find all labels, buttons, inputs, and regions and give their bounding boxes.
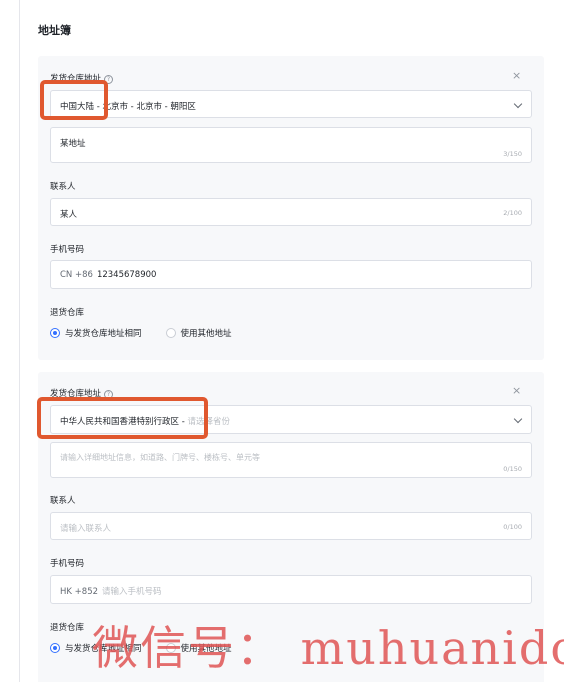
- phone-placeholder: 请输入手机号码: [102, 587, 162, 597]
- contact-label: 联系人: [50, 496, 76, 506]
- close-icon[interactable]: ×: [512, 385, 521, 396]
- contact-input[interactable]: 请输入联系人 0/100: [50, 512, 532, 540]
- address-char-counter: 3/150: [503, 150, 522, 158]
- chevron-down-icon: [513, 99, 523, 109]
- left-divider: [19, 0, 20, 682]
- address-value: 某地址: [60, 139, 86, 149]
- contact-input[interactable]: 某人 2/100: [50, 198, 532, 226]
- return-warehouse-radio-group: 与发货仓库地址相同 使用其他地址: [50, 327, 232, 339]
- radio-unchecked-icon[interactable]: [165, 328, 176, 338]
- address-placeholder: 请输入详细地址信息，如道路、门牌号、楼栋号、单元等: [60, 453, 260, 462]
- radio-same-address-label: 与发货仓库地址相同: [65, 644, 142, 654]
- address-char-counter: 0/150: [503, 465, 522, 473]
- radio-checked-icon[interactable]: [50, 328, 60, 338]
- radio-other-address[interactable]: 使用其他地址: [165, 642, 232, 654]
- region-select[interactable]: 中国大陆 - 北京市 - 北京市 - 朝阳区: [50, 90, 532, 118]
- phone-field-content: CN +86 12345678900: [60, 270, 156, 280]
- phone-field-content: HK +852 请输入手机号码: [60, 585, 162, 597]
- phone-input[interactable]: HK +852 请输入手机号码: [50, 575, 532, 604]
- radio-same-address[interactable]: 与发货仓库地址相同: [50, 327, 142, 339]
- radio-other-address-label: 使用其他地址: [180, 329, 232, 339]
- contact-char-counter: 0/100: [503, 523, 522, 531]
- radio-unchecked-icon[interactable]: [165, 643, 176, 653]
- address-textarea[interactable]: 请输入详细地址信息，如道路、门牌号、楼栋号、单元等 0/150: [50, 442, 532, 478]
- close-icon[interactable]: ×: [512, 70, 521, 81]
- contact-char-counter: 2/100: [503, 209, 522, 217]
- phone-label: 手机号码: [50, 245, 85, 255]
- return-warehouse-label: 退货仓库: [50, 308, 85, 318]
- phone-country-code[interactable]: HK +852: [60, 587, 98, 597]
- radio-other-address-label: 使用其他地址: [180, 644, 232, 654]
- address-textarea[interactable]: 某地址 3/150: [50, 127, 532, 163]
- radio-checked-icon[interactable]: [50, 643, 60, 653]
- phone-value: 12345678900: [96, 270, 157, 280]
- radio-same-address-label: 与发货仓库地址相同: [65, 329, 142, 339]
- phone-input[interactable]: CN +86 12345678900: [50, 260, 532, 289]
- contact-value: 某人: [60, 210, 78, 220]
- radio-same-address[interactable]: 与发货仓库地址相同: [50, 642, 142, 654]
- radio-other-address[interactable]: 使用其他地址: [165, 327, 232, 339]
- annotation-highlight-1: [40, 80, 108, 120]
- return-warehouse-radio-group: 与发货仓库地址相同 使用其他地址: [50, 642, 232, 654]
- phone-label: 手机号码: [50, 559, 85, 569]
- warehouse-address-card-1: 发货仓库地址? × 中国大陆 - 北京市 - 北京市 - 朝阳区 某地址 3/1…: [38, 56, 544, 360]
- contact-label: 联系人: [50, 182, 76, 192]
- chevron-down-icon: [513, 414, 523, 424]
- page-title: 地址簿: [38, 24, 71, 37]
- contact-placeholder: 请输入联系人: [60, 524, 112, 534]
- return-warehouse-label: 退货仓库: [50, 623, 85, 633]
- annotation-highlight-2: [37, 397, 208, 439]
- phone-country-code[interactable]: CN +86: [60, 270, 93, 280]
